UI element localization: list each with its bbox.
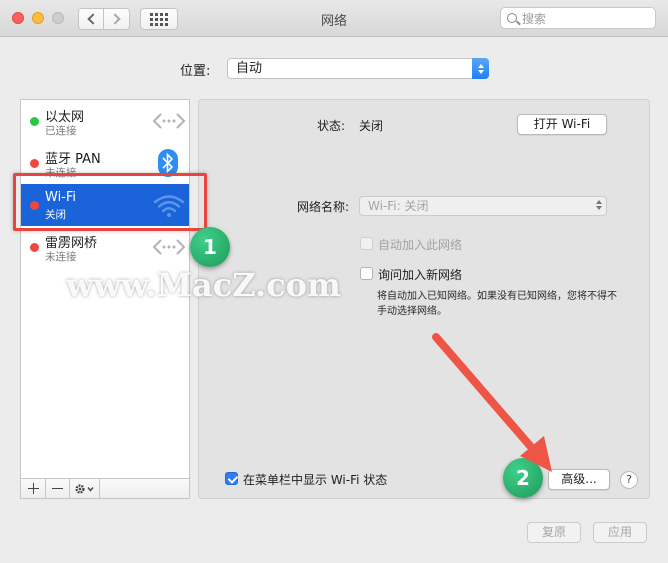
status-dot-icon	[30, 117, 39, 126]
location-select[interactable]: 自动	[227, 58, 489, 79]
apply-button[interactable]: 应用	[593, 522, 647, 543]
service-list-toolbar	[20, 479, 190, 499]
help-button[interactable]: ?	[620, 471, 638, 489]
ask-join-checkbox[interactable]	[360, 267, 373, 280]
auto-join-checkbox[interactable]	[360, 237, 373, 250]
show-in-menubar-checkbox[interactable]	[225, 472, 238, 485]
status-label: 状态:	[316, 119, 345, 133]
advanced-button[interactable]: 高级...	[548, 469, 610, 490]
title-bar: 网络 搜索	[0, 0, 668, 37]
status-dot-icon	[30, 159, 39, 168]
location-label: 位置:	[180, 64, 211, 79]
macz-logo-icon	[21, 266, 59, 304]
ask-join-note: 将自动加入已知网络。如果没有已知网络，您将不得不手动选择网络。	[377, 291, 617, 317]
plus-icon	[27, 483, 39, 494]
add-service-button[interactable]	[21, 479, 46, 498]
remove-service-button[interactable]	[46, 479, 70, 498]
status-value: 关闭	[359, 119, 384, 133]
network-name-value: Wi-Fi: 关闭	[368, 199, 429, 213]
revert-button[interactable]: 复原	[527, 522, 581, 543]
network-preferences-window: 网络 搜索 位置: 自动 以太网 已连接 蓝牙 PAN 未连接 Wi-Fi 关闭…	[0, 0, 668, 563]
watermark-text: www.MacZ.com	[66, 266, 341, 304]
auto-join-label: 自动加入此网络	[378, 238, 463, 252]
step-badge-1: 1	[190, 227, 230, 267]
minus-icon	[52, 487, 63, 490]
show-in-menubar-label: 在菜单栏中显示 Wi-Fi 状态	[243, 473, 388, 487]
ask-join-label: 询问加入新网络	[378, 268, 463, 282]
bridge-arrows-icon	[152, 239, 186, 255]
search-icon	[507, 13, 517, 23]
gear-icon	[74, 483, 94, 494]
service-actions-button[interactable]	[70, 479, 100, 498]
service-status: 已连接	[45, 125, 77, 137]
search-input[interactable]: 搜索	[500, 7, 656, 29]
search-placeholder: 搜索	[522, 11, 547, 26]
select-arrows-icon	[596, 200, 602, 210]
location-value: 自动	[236, 61, 263, 76]
wifi-highlight-box	[13, 173, 207, 231]
step-badge-2: 2	[503, 458, 543, 498]
watermark: www.MacZ.com	[20, 262, 341, 308]
ethernet-arrows-icon	[152, 113, 186, 129]
network-name-select[interactable]: Wi-Fi: 关闭	[359, 196, 607, 216]
network-name-label: 网络名称:	[296, 200, 349, 214]
service-item-ethernet[interactable]: 以太网 已连接	[21, 100, 189, 142]
status-dot-icon	[30, 243, 39, 252]
turn-on-wifi-button[interactable]: 打开 Wi-Fi	[517, 114, 607, 135]
select-arrows-icon	[472, 58, 489, 79]
